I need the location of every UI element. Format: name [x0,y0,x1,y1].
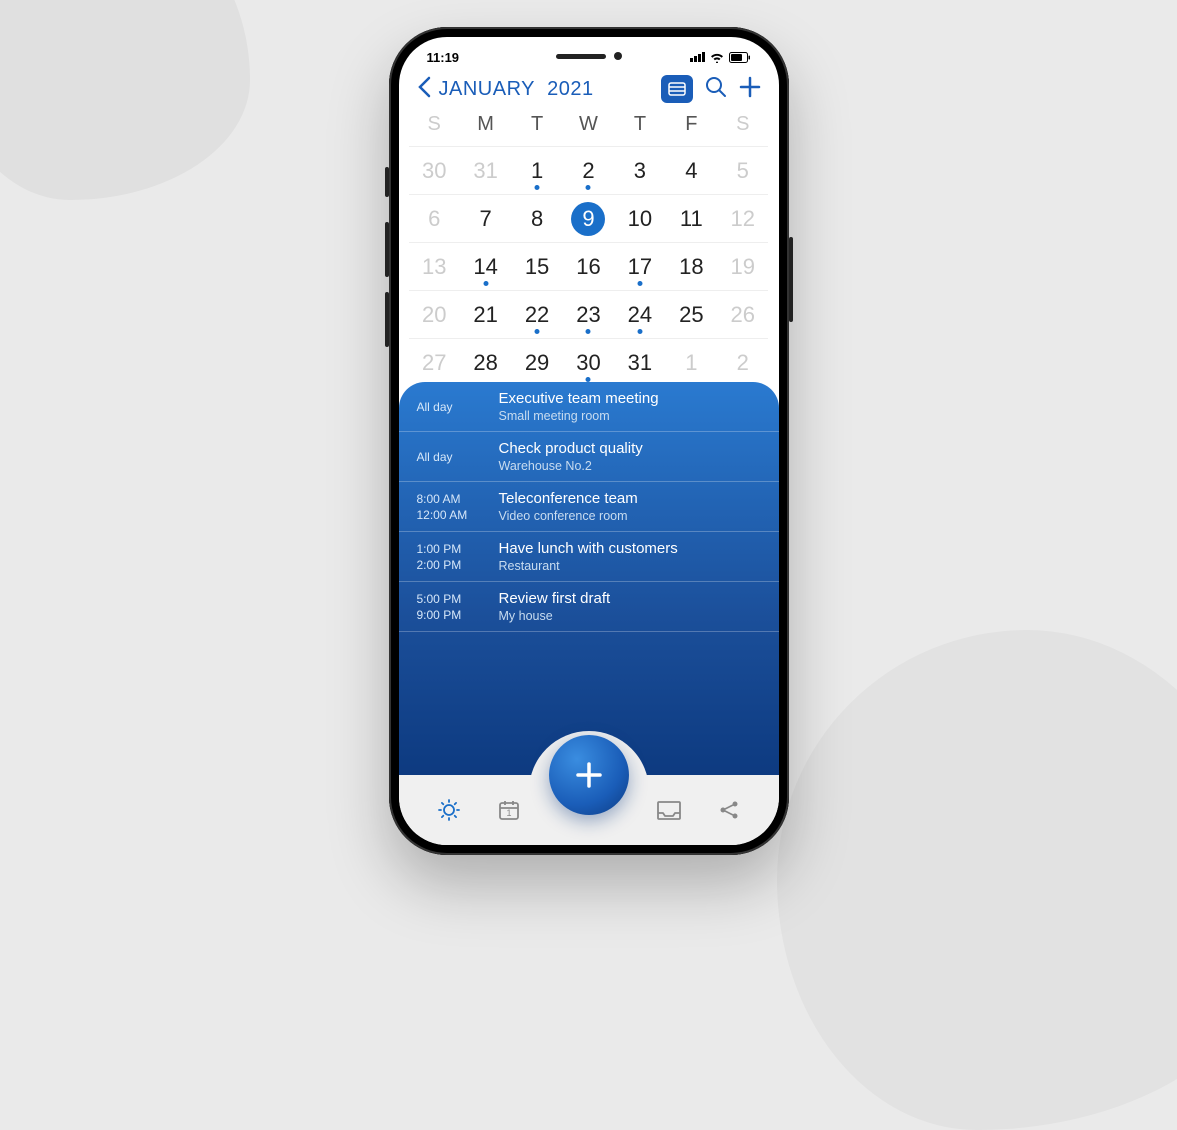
calendar-day[interactable]: 18 [666,242,717,290]
event-location: My house [499,609,765,623]
fab-add-button[interactable] [549,735,629,815]
calendar-day[interactable]: 29 [511,338,562,386]
side-button [385,292,389,347]
month-text: JANUARY [439,78,536,100]
side-button [385,167,389,197]
back-icon[interactable] [417,76,431,103]
status-time: 11:19 [427,50,460,65]
event-time: 5:00 PM9:00 PM [399,590,499,623]
calendar-day[interactable]: 7 [460,194,511,242]
calendar-day[interactable]: 14 [460,242,511,290]
calendar-day[interactable]: 24 [614,290,665,338]
calendar-icon[interactable]: 1 [489,798,529,822]
search-icon[interactable] [705,76,727,103]
event-time: 1:00 PM2:00 PM [399,540,499,573]
calendar-grid: 3031123456789101112131415161718192021222… [399,146,779,386]
calendar-day[interactable]: 20 [409,290,460,338]
event-row[interactable]: 1:00 PM2:00 PMHave lunch with customers R… [399,532,779,582]
weekday: W [563,113,614,136]
calendar-day[interactable]: 28 [460,338,511,386]
bottom-nav: 1 [399,775,779,845]
calendar-day[interactable]: 25 [666,290,717,338]
screen: 11:19 JANUARY 2021 [399,37,779,845]
calendar-day[interactable]: 31 [614,338,665,386]
calendar-day[interactable]: 19 [717,242,768,290]
calendar-day[interactable]: 15 [511,242,562,290]
event-location: Video conference room [499,509,765,523]
add-icon[interactable] [739,76,761,103]
signal-icon [690,52,705,62]
calendar-day[interactable]: 1 [511,146,562,194]
calendar-day[interactable]: 1 [666,338,717,386]
event-time: All day [399,390,499,423]
event-row[interactable]: 8:00 AM12:00 AMTeleconference team Video … [399,482,779,532]
weekday: S [717,113,768,136]
month-year-label[interactable]: JANUARY 2021 [439,78,653,101]
side-button [385,222,389,277]
event-row[interactable]: 5:00 PM9:00 PMReview first draft My house [399,582,779,632]
event-title: Executive team meeting [499,390,765,407]
calendar-day[interactable]: 31 [460,146,511,194]
view-toggle-button[interactable] [661,75,693,103]
weekday: F [666,113,717,136]
calendar-day[interactable]: 2 [563,146,614,194]
year-text: 2021 [547,78,594,100]
calendar-day[interactable]: 2 [717,338,768,386]
calendar-day[interactable]: 30 [563,338,614,386]
calendar-day[interactable]: 12 [717,194,768,242]
event-row[interactable]: All dayCheck product quality Warehouse No… [399,432,779,482]
event-location: Restaurant [499,559,765,573]
calendar-day[interactable]: 10 [614,194,665,242]
inbox-icon[interactable] [649,799,689,821]
wifi-icon [710,52,724,63]
svg-text:1: 1 [506,808,511,818]
calendar-day[interactable]: 30 [409,146,460,194]
calendar-day[interactable]: 26 [717,290,768,338]
share-icon[interactable] [709,799,749,821]
calendar-day[interactable]: 4 [666,146,717,194]
event-row[interactable]: All dayExecutive team meeting Small meeti… [399,382,779,432]
calendar-day[interactable]: 23 [563,290,614,338]
notch [529,45,649,67]
event-time: 8:00 AM12:00 AM [399,490,499,523]
event-title: Review first draft [499,590,765,607]
calendar-day[interactable]: 5 [717,146,768,194]
calendar-day[interactable]: 9 [563,194,614,242]
weekday: S [409,113,460,136]
side-button [789,237,793,322]
calendar-day[interactable]: 16 [563,242,614,290]
event-location: Small meeting room [499,409,765,423]
calendar-day[interactable]: 17 [614,242,665,290]
event-title: Check product quality [499,440,765,457]
weekday: M [460,113,511,136]
event-location: Warehouse No.2 [499,459,765,473]
phone-frame: 11:19 JANUARY 2021 [389,27,789,855]
calendar-day[interactable]: 22 [511,290,562,338]
battery-icon [729,52,751,63]
calendar-day[interactable]: 6 [409,194,460,242]
calendar-day[interactable]: 8 [511,194,562,242]
calendar-day[interactable]: 13 [409,242,460,290]
event-title: Have lunch with customers [499,540,765,557]
today-icon[interactable] [429,798,469,822]
weekday: T [511,113,562,136]
app-header: JANUARY 2021 [399,67,779,113]
calendar-day[interactable]: 21 [460,290,511,338]
event-time: All day [399,440,499,473]
calendar-day[interactable]: 11 [666,194,717,242]
bg-decoration [0,0,250,200]
weekday-row: S M T W T F S [399,113,779,146]
events-list[interactable]: All dayExecutive team meetingSmall meeti… [399,382,779,775]
bg-decoration [777,630,1177,1130]
calendar-day[interactable]: 27 [409,338,460,386]
event-title: Teleconference team [499,490,765,507]
calendar-day[interactable]: 3 [614,146,665,194]
weekday: T [614,113,665,136]
